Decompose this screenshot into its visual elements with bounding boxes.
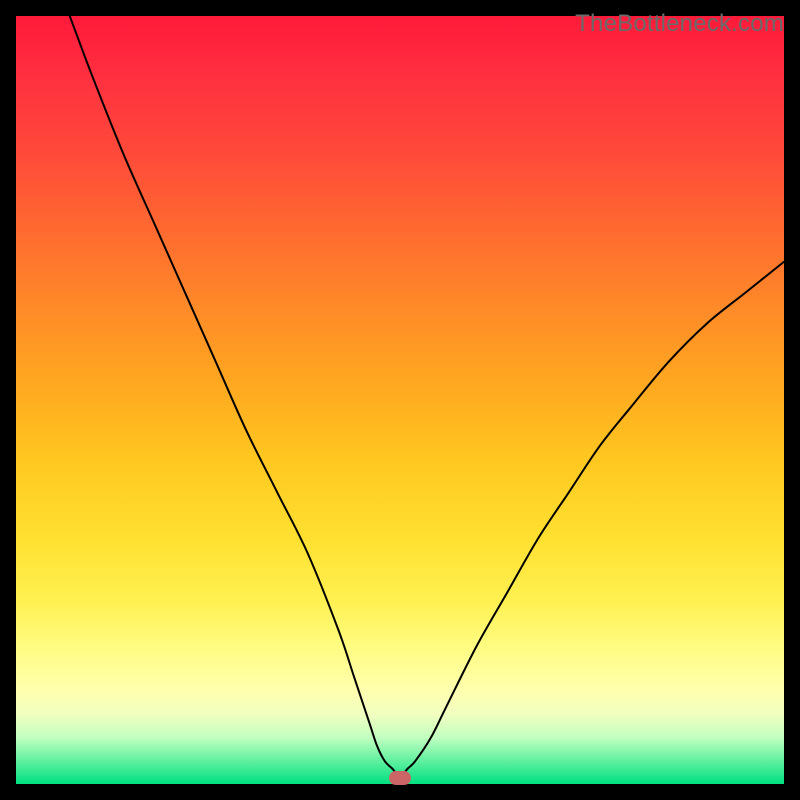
bottleneck-curve [16,16,784,784]
chart-container: TheBottleneck.com [0,0,800,800]
optimum-marker [389,771,411,785]
plot-area [16,16,784,784]
attribution-text: TheBottleneck.com [575,10,784,38]
